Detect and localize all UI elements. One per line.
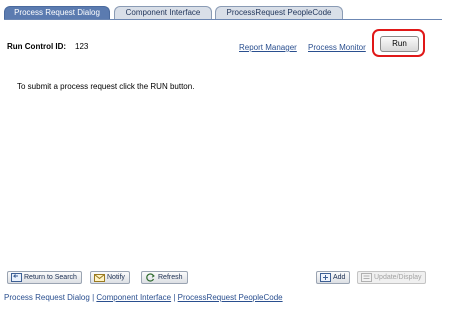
report-manager-link[interactable]: Report Manager (239, 43, 297, 52)
update-display-button: Update/Display (357, 271, 427, 284)
run-control-value: 123 (75, 42, 89, 51)
refresh-button[interactable]: Refresh (141, 271, 188, 284)
run-button-highlight: Run (372, 29, 425, 57)
tab-processrequest-peoplecode[interactable]: ProcessRequest PeopleCode (215, 6, 343, 19)
instruction-text: To submit a process request click the RU… (17, 82, 195, 91)
return-to-search-button[interactable]: Return to Search (7, 271, 82, 284)
add-icon (320, 273, 331, 282)
bottom-link-component-interface[interactable]: Component Interface (96, 293, 171, 302)
tab-process-request-dialog[interactable]: Process Request Dialog (4, 6, 110, 20)
notify-label: Notify (107, 274, 125, 281)
return-to-search-icon (11, 273, 22, 282)
bottom-link-separator: | (92, 293, 95, 302)
add-label: Add (333, 274, 346, 281)
return-to-search-label: Return to Search (24, 274, 77, 281)
tab-component-interface[interactable]: Component Interface (114, 6, 212, 19)
bottom-link-separator: | (173, 293, 176, 302)
update-display-label: Update/Display (374, 274, 422, 281)
tab-bar: Process Request Dialog Component Interfa… (4, 6, 442, 20)
run-button[interactable]: Run (380, 36, 419, 52)
bottom-link-process-request-dialog[interactable]: Process Request Dialog (4, 293, 90, 302)
bottom-tab-links: Process Request Dialog | Component Inter… (4, 293, 283, 302)
run-control-label: Run Control ID: (7, 42, 67, 51)
notify-button[interactable]: Notify (90, 271, 130, 284)
add-button[interactable]: Add (316, 271, 351, 284)
bottom-link-processrequest-peoplecode[interactable]: ProcessRequest PeopleCode (178, 293, 283, 302)
envelope-icon (94, 274, 105, 282)
refresh-icon (146, 273, 155, 282)
tab-divider (4, 19, 442, 20)
update-display-icon (361, 273, 372, 282)
process-monitor-link[interactable]: Process Monitor (308, 43, 366, 52)
refresh-label: Refresh (158, 274, 183, 281)
